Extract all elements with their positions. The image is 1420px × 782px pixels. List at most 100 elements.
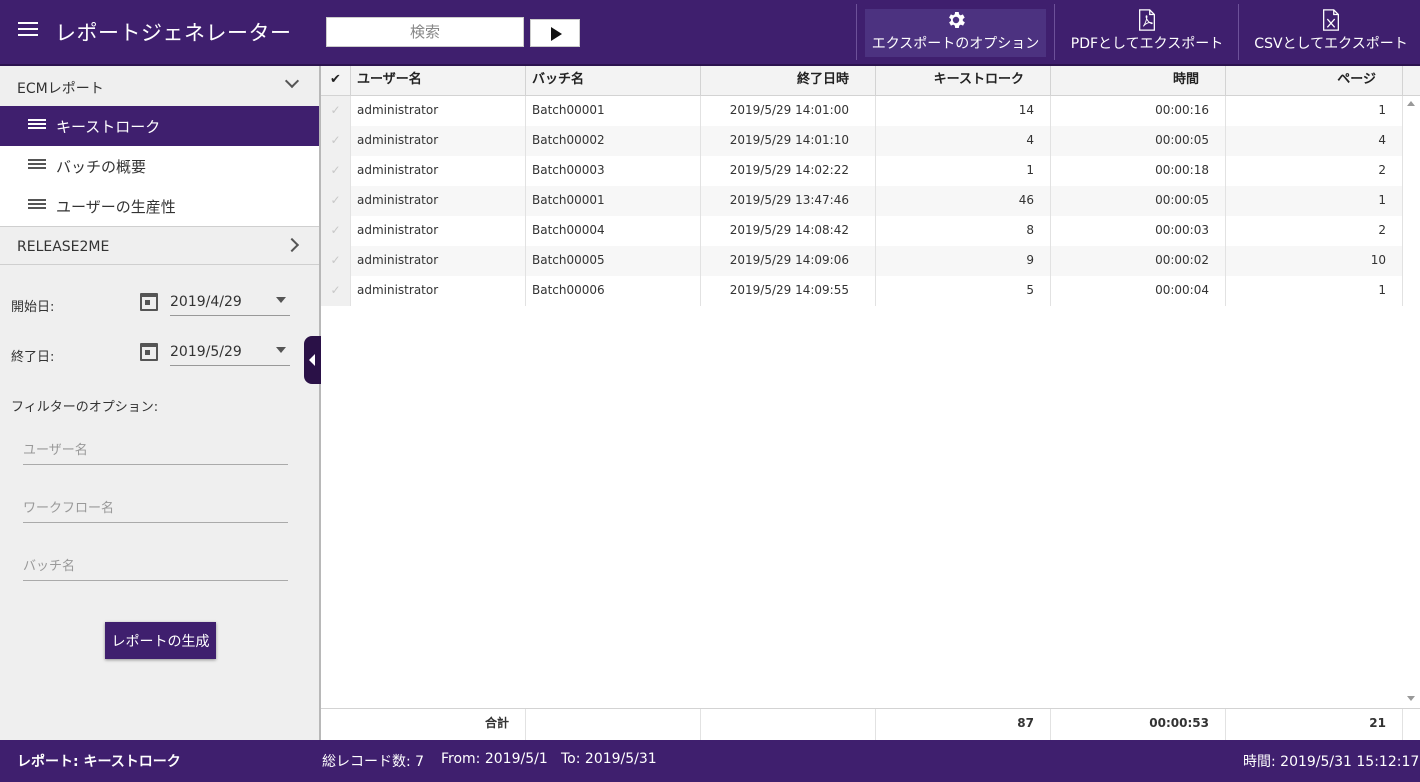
list-icon bbox=[28, 159, 46, 173]
sidebar-item-label: バッチの概要 bbox=[56, 158, 147, 176]
cell-pages: 4 bbox=[1226, 126, 1403, 156]
cell-end-time: 2019/5/29 14:09:06 bbox=[701, 246, 876, 276]
calendar-icon[interactable] bbox=[140, 293, 158, 311]
header-divider bbox=[1054, 4, 1055, 60]
cell-user: administrator bbox=[351, 156, 526, 186]
export-options-label: エクスポートのオプション bbox=[871, 36, 1040, 52]
start-date-input[interactable] bbox=[170, 288, 290, 316]
collapse-panel-handle[interactable] bbox=[304, 336, 321, 384]
footer-empty bbox=[701, 709, 876, 741]
column-header-batch[interactable]: バッチ名 bbox=[526, 66, 701, 96]
cell-batch: Batch00006 bbox=[526, 276, 701, 306]
table-row[interactable]: ✓ administrator Batch00002 2019/5/29 14:01:… bbox=[321, 126, 1403, 156]
cell-pages: 1 bbox=[1226, 96, 1403, 126]
search-input[interactable] bbox=[326, 17, 524, 47]
total-label: 合計 bbox=[321, 709, 526, 741]
cell-time: 00:00:16 bbox=[1051, 96, 1226, 126]
csv-file-icon bbox=[1323, 9, 1339, 31]
cell-user: administrator bbox=[351, 246, 526, 276]
caret-down-icon[interactable] bbox=[276, 347, 286, 353]
export-csv-button[interactable]: CSVとしてエクスポート bbox=[1246, 9, 1416, 57]
row-checkbox[interactable]: ✓ bbox=[321, 246, 351, 276]
row-checkbox[interactable]: ✓ bbox=[321, 276, 351, 306]
export-options-button[interactable]: エクスポートのオプション bbox=[865, 9, 1046, 57]
start-date-picker[interactable] bbox=[140, 288, 290, 318]
cell-user: administrator bbox=[351, 216, 526, 246]
header-divider bbox=[1238, 4, 1239, 60]
caret-down-icon[interactable] bbox=[276, 297, 286, 303]
cell-time: 00:00:05 bbox=[1051, 186, 1226, 216]
table-row[interactable]: ✓ administrator Batch00003 2019/5/29 14:02:… bbox=[321, 156, 1403, 186]
column-header-user[interactable]: ユーザー名 bbox=[351, 66, 526, 96]
row-checkbox[interactable]: ✓ bbox=[321, 156, 351, 186]
cell-end-time: 2019/5/29 14:09:55 bbox=[701, 276, 876, 306]
cell-user: administrator bbox=[351, 186, 526, 216]
cell-keystrokes: 9 bbox=[876, 246, 1051, 276]
cell-batch: Batch00005 bbox=[526, 246, 701, 276]
cell-keystrokes: 4 bbox=[876, 126, 1051, 156]
batch-name-filter[interactable] bbox=[23, 553, 288, 581]
select-all-checkbox[interactable]: ✔ bbox=[321, 66, 351, 96]
calendar-icon[interactable] bbox=[140, 343, 158, 361]
row-checkbox[interactable]: ✓ bbox=[321, 126, 351, 156]
table-row[interactable]: ✓ administrator Batch00004 2019/5/29 14:08:… bbox=[321, 216, 1403, 246]
column-header-pages[interactable]: ページ bbox=[1226, 66, 1403, 96]
cell-keystrokes: 1 bbox=[876, 156, 1051, 186]
scroll-down-icon[interactable] bbox=[1407, 696, 1415, 701]
group-label: RELEASE2ME bbox=[17, 239, 110, 255]
grid-footer-totals: 合計 87 00:00:53 21 bbox=[321, 708, 1420, 741]
column-header-end-time[interactable]: 終了日時 bbox=[701, 66, 876, 96]
end-date-input[interactable] bbox=[170, 338, 290, 366]
top-bar: レポートジェネレーター エクスポートのオプション PDFとしてエクスポート bbox=[0, 0, 1420, 66]
divider bbox=[0, 264, 319, 265]
cell-pages: 2 bbox=[1226, 156, 1403, 186]
row-checkbox[interactable]: ✓ bbox=[321, 216, 351, 246]
grid-header: ✔ ユーザー名 バッチ名 終了日時 キーストローク 時間 ページ bbox=[321, 66, 1420, 96]
column-header-keystrokes[interactable]: キーストローク bbox=[876, 66, 1051, 96]
sidebar-item-keystrokes[interactable]: キーストローク bbox=[0, 106, 319, 146]
total-time: 00:00:53 bbox=[1051, 709, 1226, 741]
list-icon bbox=[28, 119, 46, 133]
table-row[interactable]: ✓ administrator Batch00005 2019/5/29 14:09:… bbox=[321, 246, 1403, 276]
cell-batch: Batch00002 bbox=[526, 126, 701, 156]
cell-end-time: 2019/5/29 14:01:10 bbox=[701, 126, 876, 156]
scroll-up-icon[interactable] bbox=[1407, 101, 1415, 106]
gear-icon bbox=[948, 12, 965, 28]
row-checkbox[interactable]: ✓ bbox=[321, 186, 351, 216]
generate-report-button[interactable]: レポートの生成 bbox=[105, 622, 216, 659]
cell-end-time: 2019/5/29 14:01:00 bbox=[701, 96, 876, 126]
pdf-file-icon bbox=[1139, 9, 1155, 31]
filter-options-label: フィルターのオプション: bbox=[11, 400, 159, 415]
cell-user: administrator bbox=[351, 96, 526, 126]
search-go-button[interactable] bbox=[530, 19, 580, 47]
cell-time: 00:00:04 bbox=[1051, 276, 1226, 306]
end-date-picker[interactable] bbox=[140, 338, 290, 368]
app-title: レポートジェネレーター bbox=[55, 21, 292, 45]
status-record-count: 総レコード数: 7 bbox=[322, 754, 425, 770]
end-date-label: 終了日: bbox=[11, 350, 55, 365]
workflow-name-filter[interactable] bbox=[23, 495, 288, 523]
status-bar: レポート: キーストローク 総レコード数: 7 From: 2019/5/1 T… bbox=[0, 740, 1420, 782]
row-checkbox[interactable]: ✓ bbox=[321, 96, 351, 126]
status-to-date: To: 2019/5/31 bbox=[561, 751, 657, 767]
status-report-name: レポート: キーストローク bbox=[17, 754, 181, 770]
cell-end-time: 2019/5/29 14:02:22 bbox=[701, 156, 876, 186]
cell-keystrokes: 46 bbox=[876, 186, 1051, 216]
cell-pages: 10 bbox=[1226, 246, 1403, 276]
user-name-filter[interactable] bbox=[23, 437, 288, 465]
column-header-time[interactable]: 時間 bbox=[1051, 66, 1226, 96]
sidebar-item-user-productivity[interactable]: ユーザーの生産性 bbox=[0, 186, 319, 226]
group-label: ECMレポート bbox=[17, 81, 104, 97]
menu-icon[interactable] bbox=[18, 22, 38, 38]
export-pdf-button[interactable]: PDFとしてエクスポート bbox=[1062, 9, 1232, 57]
cell-user: administrator bbox=[351, 276, 526, 306]
sidebar-item-batch-summary[interactable]: バッチの概要 bbox=[0, 146, 319, 186]
group-ecm-reports[interactable]: ECMレポート bbox=[0, 66, 319, 106]
table-row[interactable]: ✓ administrator Batch00006 2019/5/29 14:09:… bbox=[321, 276, 1403, 306]
report-grid: ✔ ユーザー名 バッチ名 終了日時 キーストローク 時間 ページ ✓ admini… bbox=[321, 66, 1420, 741]
cell-keystrokes: 14 bbox=[876, 96, 1051, 126]
group-release2me[interactable]: RELEASE2ME bbox=[0, 227, 319, 267]
header-divider bbox=[856, 4, 857, 60]
table-row[interactable]: ✓ administrator Batch00001 2019/5/29 13:47:… bbox=[321, 186, 1403, 216]
table-row[interactable]: ✓ administrator Batch00001 2019/5/29 14:01:… bbox=[321, 96, 1403, 126]
